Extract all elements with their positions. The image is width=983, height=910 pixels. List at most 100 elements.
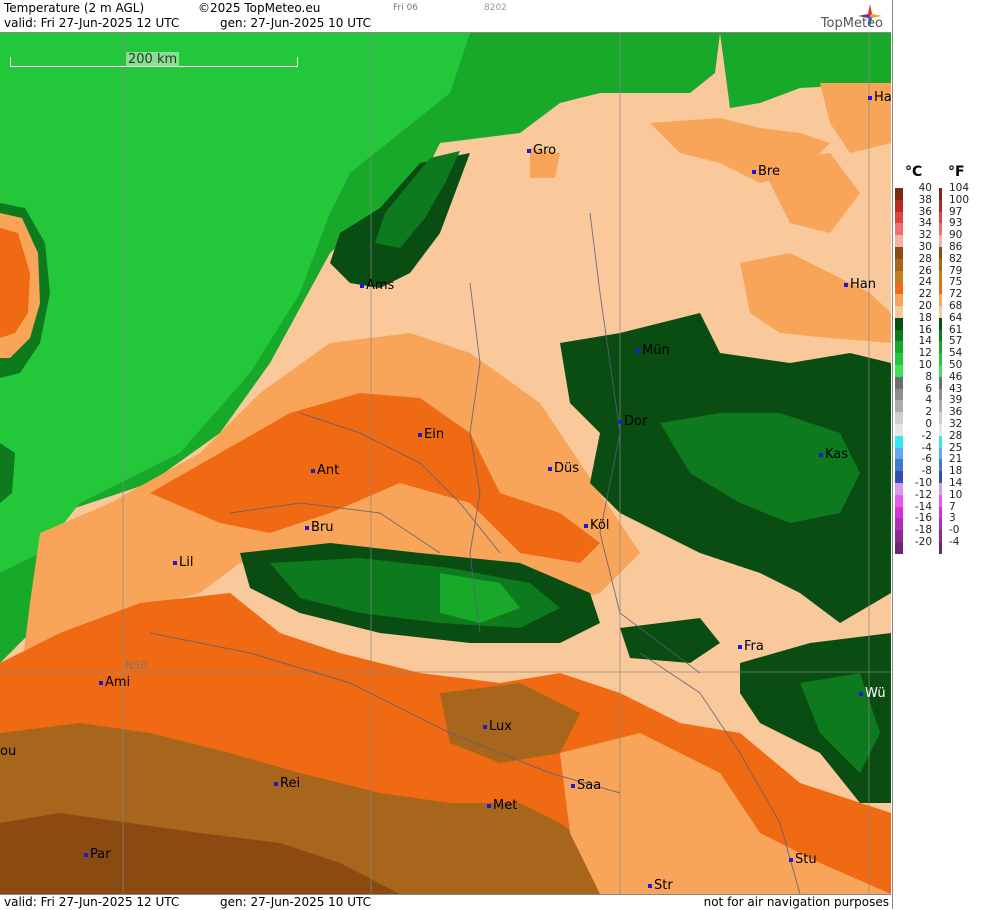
legend-label-f: 28 [949,429,963,442]
scale-bar: 200 km [10,52,298,67]
city-ams: Ams [360,278,394,293]
city-ein: Ein [418,427,444,442]
generated-time: gen: 27-Jun-2025 10 UTC [220,16,372,30]
legend-swatch-f [939,270,942,283]
city-str: Str [648,878,673,893]
legend-swatch-c [895,365,903,377]
legend-label-c: 18 [918,311,932,324]
city-met: Met [487,798,517,813]
city-kol: Köl [584,518,609,533]
city-wu: Wü [859,686,886,701]
footer-generated: gen: 27-Jun-2025 10 UTC [220,895,372,909]
temperature-map[interactable]: 200 km N50 Gro Bre Ha Han Ams Mün Dor Ei… [0,33,891,894]
legend-label-c: -16 [914,512,932,525]
legend-label-c: 28 [918,252,932,265]
legend-swatch-c [895,223,903,236]
legend-swatch-c [895,294,903,307]
city-ami: Ami [99,675,130,690]
city-ou: ou [0,744,17,759]
legend-swatch-f [939,223,942,236]
legend-label-f: 43 [949,382,963,395]
legend-swatch-c [895,506,903,519]
legend-swatch-f [939,199,942,212]
legend-swatch-f [939,376,942,389]
legend-swatch-c [895,341,903,354]
legend-label-f: 10 [949,488,963,501]
legend-label-c: 34 [918,217,932,230]
legend-label-f: 90 [949,229,963,242]
legend-label-f: 75 [949,276,963,289]
legend-label-c: 26 [918,264,932,277]
legend-swatch-c [895,400,903,413]
legend-swatch-f [939,365,942,377]
legend-swatch-c [895,542,903,554]
legend-label-c: -10 [914,477,932,489]
legend-swatch-c [895,435,903,448]
legend-label-c: 40 [918,182,932,194]
celsius-unit: °C [905,164,923,180]
legend-swatch-f [939,518,942,531]
city-stu: Stu [789,852,817,867]
legend-swatch-f [939,412,942,425]
legend-label-f: 14 [949,477,963,489]
temperature-legend: °C °F 40 104 38 100 36 97 34 93 32 90 30 86 28 82 26 79… [892,0,983,909]
legend-label-f: -0 [949,524,960,537]
legend-label-c: 6 [925,382,932,395]
legend-swatch-c [895,424,903,436]
legend-label-f: 57 [949,335,963,348]
legend-swatch-f [939,294,942,307]
legend-swatch-f [939,400,942,413]
legend-swatch-f [939,341,942,354]
legend-swatch-f [939,506,942,519]
city-ha: Ha [868,90,891,105]
legend-label-c: 36 [918,205,932,218]
legend-swatch-f [939,235,942,248]
legend-label-f: 97 [949,205,963,218]
legend-label-f: 39 [949,394,963,407]
city-han: Han [844,277,876,292]
legend-swatch-c [895,518,903,531]
run-tag: Fri 06 [393,3,419,13]
legend-label-c: 32 [918,229,932,242]
legend-label-c: 14 [918,335,932,348]
legend-swatch-f [939,435,942,448]
fahrenheit-unit: °F [948,164,965,180]
topmeteo-logo: TopMeteo [791,3,883,31]
map-header: Temperature (2 m AGL) ©2025 TopMeteo.eu … [0,0,891,33]
legend-swatch-c [895,199,903,212]
legend-swatch-f [939,447,942,460]
footer-valid: valid: Fri 27-Jun-2025 12 UTC [4,895,180,909]
legend-label-c: -4 [921,441,932,454]
legend-label-f: 54 [949,347,963,360]
legend-label-f: 64 [949,311,963,324]
run-code: 8202 [484,3,507,13]
legend-swatch-f [939,494,942,507]
legend-label-f: 79 [949,264,963,277]
legend-label-f: 3 [949,512,956,525]
legend-swatch-c [895,412,903,425]
temperature-field [0,33,891,894]
legend-label-c: -14 [914,500,932,513]
legend-swatch-c [895,530,903,543]
legend-label-f: 32 [949,418,963,430]
legend-label-c: 30 [918,241,932,253]
legend-swatch-c [895,471,903,484]
legend-swatch-f [939,471,942,484]
legend-swatch-c [895,353,903,366]
map-footer: valid: Fri 27-Jun-2025 12 UTC gen: 27-Ju… [0,894,891,910]
legend-swatch-c [895,376,903,389]
legend-swatch-c [895,388,903,401]
legend-label-f: 104 [949,182,970,194]
legend-swatch-c [895,329,903,342]
city-bru: Bru [305,520,334,535]
city-lil: Lil [173,555,193,570]
legend-label-f: 93 [949,217,963,230]
legend-label-c: 24 [918,276,932,289]
legend-label-c: 4 [925,394,932,407]
legend-swatch-f [939,459,942,472]
legend-label-f: 21 [949,453,963,466]
legend-label-c: 12 [918,347,932,360]
legend-swatch-f [939,483,942,495]
legend-swatch-c [895,235,903,248]
city-fra: Fra [738,639,764,654]
